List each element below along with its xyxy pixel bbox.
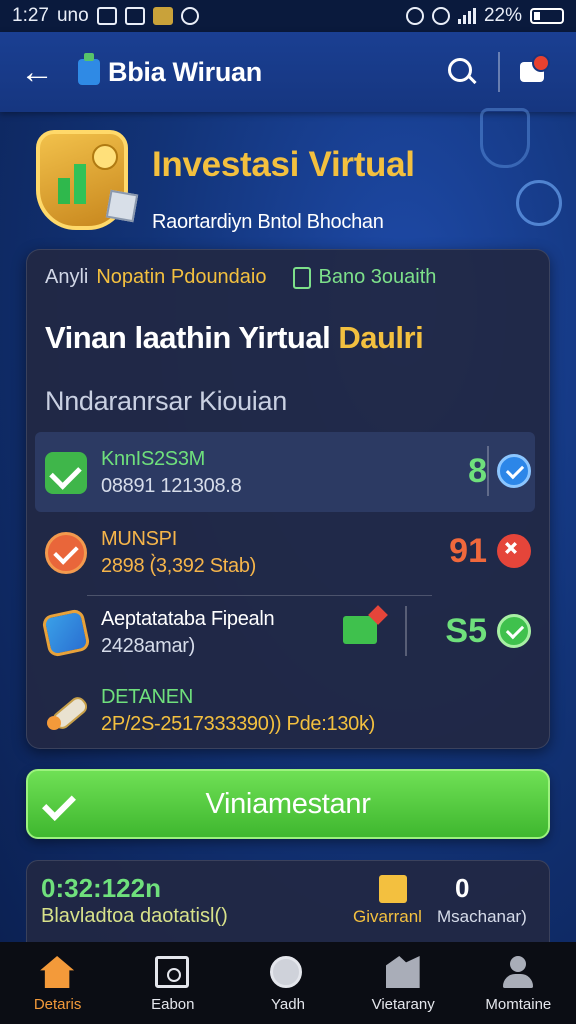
list-item[interactable]: MUNSPI 2898 (̀3,392 Stab) 91 [35, 512, 535, 592]
nav-label: Detaris [33, 996, 82, 1013]
chart-icon [385, 956, 420, 988]
investment-card: Anyli Nopatin Pdoundaio Bano 3ouaith Vin… [26, 249, 550, 749]
wifi-icon [431, 7, 450, 25]
battery-icon [530, 8, 564, 24]
status-bar: 1:27 uno 22% [0, 0, 576, 32]
summary-label-right: Msachanar) [437, 907, 527, 926]
list-item-title: MUNSPI [101, 528, 177, 550]
rocket-icon [45, 690, 87, 732]
appbar-divider [498, 52, 500, 92]
list-item-title: Aeptatataba Fipealn [101, 608, 275, 630]
nav-label: Momtaine [485, 996, 552, 1013]
list-item-title: KnnIS2S3M [101, 448, 206, 470]
row-separator [487, 446, 489, 496]
summary-label-left: Givarranl [353, 907, 422, 926]
tab-balance-label: Bano 3ouaith [318, 266, 437, 288]
record-icon [180, 7, 199, 25]
nav-item-detaris[interactable]: Detaris [0, 942, 115, 1024]
status-carrier: uno [56, 5, 89, 26]
wallet-icon [292, 266, 311, 289]
trophy-icon[interactable] [379, 875, 407, 903]
summary-card: 0:32:122n Blavladtoa daotatisl() Givarra… [26, 860, 550, 950]
app-title: Bbia Wiruan [108, 56, 262, 87]
home-icon [40, 956, 75, 988]
decorative-shield-icon [480, 108, 530, 168]
bottom-nav: Detaris Eabon Yadh Vietarany Momtaine [0, 942, 576, 1024]
search-icon[interactable] [442, 52, 482, 92]
alarm-icon [405, 7, 424, 25]
app-logo-icon [78, 53, 100, 85]
nav-label: Yadh [271, 996, 305, 1013]
list-item[interactable]: Aeptatataba Fipealn 2428amar) S5 [35, 592, 535, 672]
list-item-subtitle: 2P/2S-2517333390)) Pde:130k) [101, 713, 376, 735]
tab-balance[interactable]: Bano 3ouaith [292, 266, 437, 289]
list-item[interactable]: DETANEN 2P/2S-2517333390)) Pde:130k) [35, 670, 535, 750]
list-item-subtitle: 2428amar) [101, 635, 196, 657]
card-title-highlight: Daulri [338, 320, 424, 355]
back-arrow-icon[interactable]: ← [20, 53, 64, 92]
list-item-value: S5 [445, 612, 487, 650]
check-green-icon [45, 452, 87, 494]
list-item-subtitle: 2898 (̀3,392 Stab) [101, 555, 257, 577]
decorative-check-icon [516, 180, 562, 226]
nav-item-eabon[interactable]: Eabon [115, 942, 230, 1024]
check-badge-icon[interactable] [497, 454, 531, 488]
list-item-value: 91 [449, 532, 487, 570]
nav-label: Eabon [151, 996, 195, 1013]
status-bar-right: 22% [405, 5, 564, 27]
user-icon [501, 956, 535, 988]
box-icon [155, 956, 190, 988]
signal-icon [457, 8, 476, 24]
notification-badge [532, 54, 550, 72]
clock-icon [270, 956, 303, 988]
tab-active[interactable]: Nopatin Pdoundaio [96, 266, 266, 289]
battery-percent: 22% [483, 5, 522, 26]
close-badge-icon[interactable] [497, 534, 531, 568]
summary-description: Blavladtoa daotatisl() [41, 905, 228, 927]
mail-icon[interactable] [343, 616, 377, 644]
confirm-button[interactable]: Viniamestanr [26, 769, 550, 839]
nav-item-momtaine[interactable]: Momtaine [461, 942, 576, 1024]
confirm-button-label: Viniamestanr [205, 787, 371, 820]
status-bar-left: 1:27 uno [12, 5, 199, 27]
status-time: 1:27 [12, 5, 49, 26]
gallery-icon [124, 7, 145, 25]
list-item[interactable]: KnnIS2S3M 08891 121308.8 8 [35, 432, 535, 512]
check-badge-icon[interactable] [497, 614, 531, 648]
list-item-subtitle: 08891 121308.8 [101, 475, 242, 497]
tab-anyli[interactable]: Anyli [45, 266, 88, 289]
hero-title: Investasi Virtual [152, 145, 415, 184]
app-bar: ← Bbia Wiruan [0, 32, 576, 112]
check-icon [42, 787, 76, 821]
investment-shield-icon [36, 130, 139, 230]
timer: 0:32:122n [41, 873, 161, 903]
check-orange-icon [45, 532, 87, 574]
box-icon [41, 608, 91, 658]
row-separator [405, 606, 407, 656]
card-tabs: Anyli Nopatin Pdoundaio Bano 3ouaith [45, 266, 436, 289]
list-item-value: 8 [468, 452, 487, 490]
mail-icon [96, 7, 117, 25]
app-notification-icon [152, 7, 173, 25]
summary-count: 0 [455, 873, 470, 903]
nav-item-yadh[interactable]: Yadh [230, 942, 345, 1024]
card-subtitle: Nndaranrsar Kiouian [45, 386, 287, 416]
hero-subtitle: Raortardiyn Bntol Bhochan [152, 211, 384, 233]
nav-item-vietarany[interactable]: Vietarany [346, 942, 461, 1024]
hero-section: Investasi Virtual Raortardiyn Bntol Bhoc… [30, 125, 550, 245]
card-title: Vinan laathin Yirtual Daulri [45, 320, 424, 355]
list-item-title: DETANEN [101, 686, 193, 708]
nav-label: Vietarany [371, 996, 435, 1013]
notification-icon[interactable] [516, 52, 556, 92]
